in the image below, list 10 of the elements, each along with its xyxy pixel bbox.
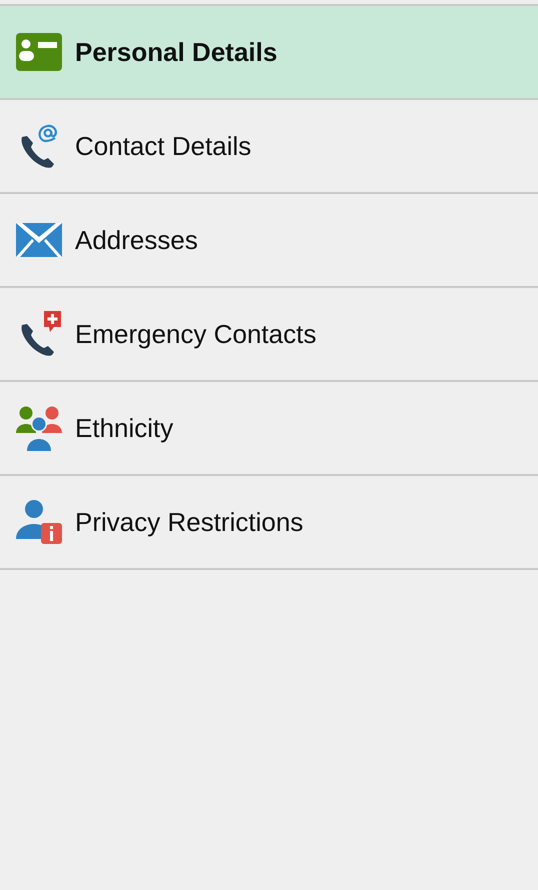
menu-label: Addresses: [75, 224, 198, 256]
menu-label: Ethnicity: [75, 412, 174, 444]
menu-label: Contact Details: [75, 130, 252, 162]
menu-label: Privacy Restrictions: [75, 506, 304, 538]
person-info-icon: [16, 499, 62, 545]
people-icon: [16, 405, 62, 451]
menu-item[interactable]: Personal Details: [0, 4, 538, 98]
menu-label: Emergency Contacts: [75, 318, 316, 350]
menu-item[interactable]: Privacy Restrictions: [0, 474, 538, 570]
menu-label: Personal Details: [75, 36, 278, 68]
